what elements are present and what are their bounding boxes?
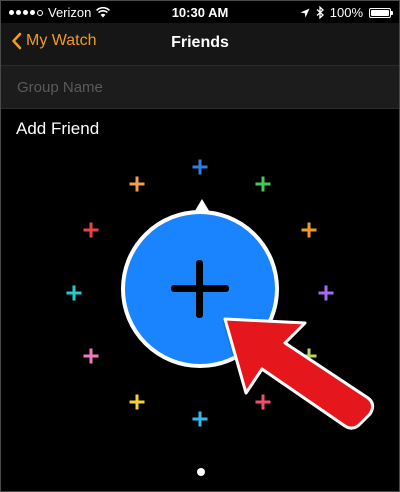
battery-level (371, 9, 389, 16)
friend-slot-right-2-plus-icon[interactable] (318, 285, 334, 301)
friend-slot-bottom-left-plus-icon[interactable] (129, 394, 145, 410)
battery-icon (369, 7, 393, 18)
friend-slot-left-1-plus-icon[interactable] (83, 222, 99, 238)
friend-slot-right-3-plus-icon[interactable] (301, 348, 317, 364)
group-name-row (1, 66, 399, 109)
friend-slot-left-2-plus-icon[interactable] (66, 285, 82, 301)
page-title: Friends (171, 34, 229, 51)
plus-icon (171, 260, 229, 318)
friend-slot-bottom-plus-icon[interactable] (192, 411, 208, 427)
bluetooth-icon (316, 6, 324, 19)
phone-screen: Verizon 10:30 AM 100% My Watch Friends G… (0, 0, 400, 492)
friend-slot-top-right-1-plus-icon[interactable] (255, 176, 271, 192)
battery-percent: 100% (329, 5, 363, 20)
add-friend-button[interactable] (121, 210, 279, 368)
page-indicator-dot (197, 468, 205, 476)
friend-slot-bottom-right-plus-icon[interactable] (255, 394, 271, 410)
status-bar: Verizon 10:30 AM 100% (1, 1, 399, 23)
friend-slot-right-1-plus-icon[interactable] (301, 222, 317, 238)
friend-slot-top-left-plus-icon[interactable] (129, 176, 145, 192)
add-friend-heading: Add Friend (16, 119, 100, 138)
status-right: 100% (300, 5, 393, 20)
group-name-input[interactable] (15, 74, 379, 100)
friend-slot-top-plus-icon[interactable] (192, 159, 208, 175)
navigation-bar: My Watch Friends (1, 23, 399, 66)
friend-slot-left-3-plus-icon[interactable] (83, 348, 99, 364)
location-arrow-icon (300, 8, 310, 17)
